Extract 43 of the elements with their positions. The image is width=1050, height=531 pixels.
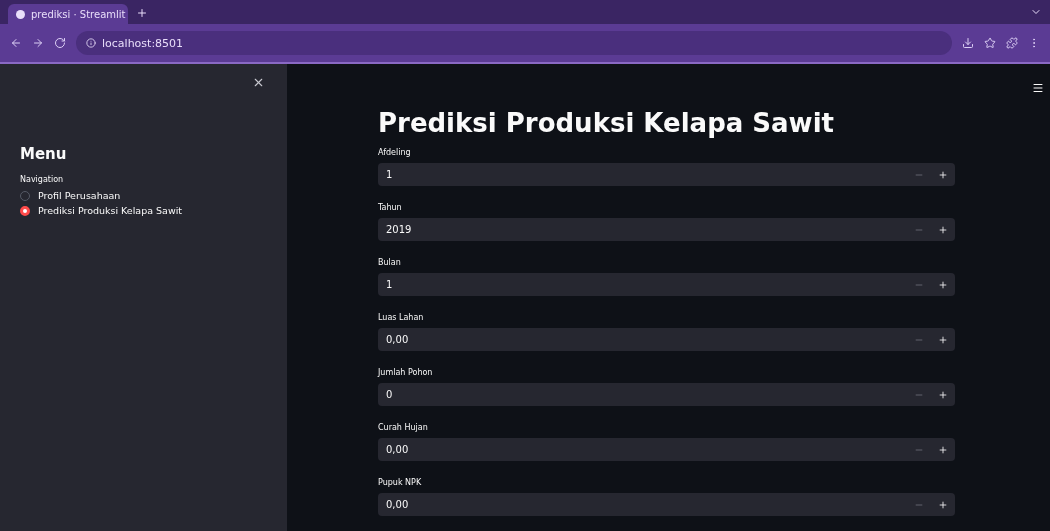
browser-tab[interactable]: prediksi · Streamlit <box>8 4 128 24</box>
option-label: Prediksi Produksi Kelapa Sawit <box>38 205 183 216</box>
back-icon[interactable] <box>10 37 22 49</box>
download-icon[interactable] <box>962 37 974 49</box>
plus-icon <box>938 334 948 345</box>
radio-option[interactable]: Profil Perusahaan <box>20 190 265 201</box>
close-icon[interactable] <box>252 76 265 89</box>
number-input[interactable]: 2019 <box>378 218 955 241</box>
reload-icon[interactable] <box>54 37 66 49</box>
option-label: Profil Perusahaan <box>38 190 121 201</box>
radio-option[interactable]: Prediksi Produksi Kelapa Sawit <box>20 205 265 216</box>
radio-icon[interactable] <box>20 205 30 216</box>
star-icon[interactable] <box>984 37 996 49</box>
field-label: Bulan <box>378 258 402 267</box>
number-input[interactable]: 1 <box>378 163 955 186</box>
plus-icon <box>938 169 948 180</box>
plus-icon <box>938 389 948 400</box>
sidebar-heading: Menu <box>20 145 68 163</box>
field-label: Tahun <box>378 203 403 212</box>
forward-icon[interactable] <box>32 37 44 49</box>
plus-icon <box>938 279 948 290</box>
site-icon <box>16 9 25 19</box>
info-icon[interactable] <box>86 38 96 48</box>
plus-icon <box>938 444 948 455</box>
new-tab-icon[interactable] <box>136 7 148 19</box>
number-input[interactable]: 0,00 <box>378 493 955 516</box>
number-input[interactable]: 0,00 <box>378 328 955 351</box>
number-input[interactable]: 1 <box>378 273 955 296</box>
radio-icon[interactable] <box>20 190 30 201</box>
field-label: Luas Lahan <box>378 313 425 322</box>
plus-icon <box>938 499 948 510</box>
number-input[interactable]: 0,00 <box>378 438 955 461</box>
number-input[interactable]: 0 <box>378 383 955 406</box>
extensions-icon[interactable] <box>1006 37 1018 49</box>
menu-icon[interactable] <box>1032 82 1044 94</box>
address-field[interactable]: localhost:8501 <box>76 31 952 55</box>
field-label: Afdeling <box>378 148 412 157</box>
field-label: Curah Hujan <box>378 423 429 432</box>
field-label: Jumlah Pohon <box>378 368 434 377</box>
radio-group-label: Navigation <box>20 175 65 184</box>
field-label: Pupuk NPK <box>378 478 423 487</box>
plus-icon <box>938 224 948 235</box>
page-title: Prediksi Produksi Kelapa Sawit <box>378 108 835 138</box>
